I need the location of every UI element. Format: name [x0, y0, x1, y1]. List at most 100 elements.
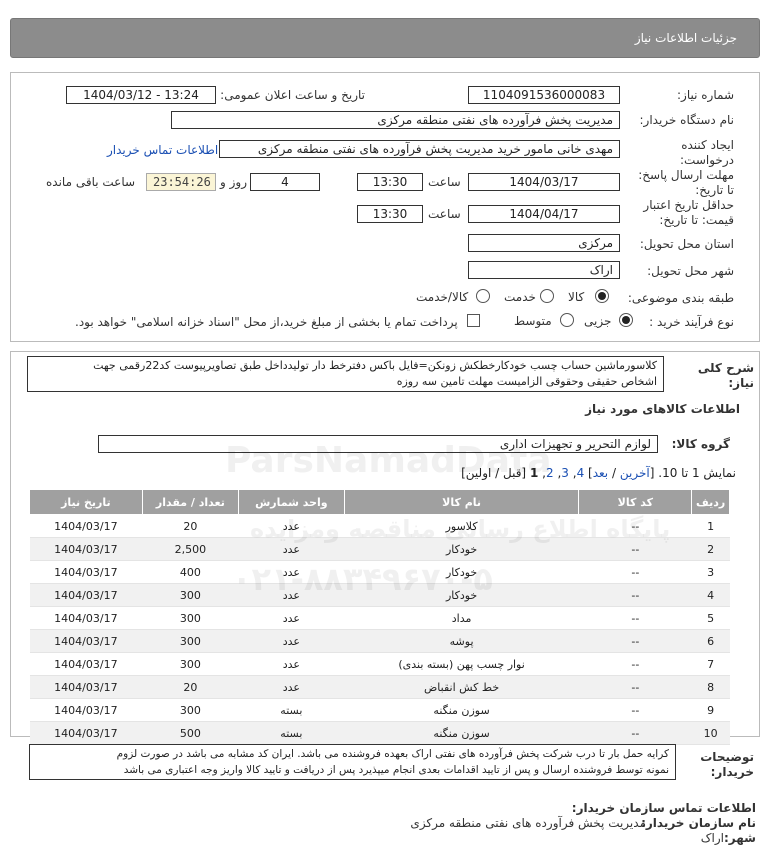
item-quantity: 500: [142, 721, 239, 745]
item-need-date: 1404/03/17: [29, 606, 143, 630]
item-need-date: 1404/03/17: [29, 698, 143, 722]
col-header-date[interactable]: تاریخ نیاز: [29, 489, 143, 515]
announce-field[interactable]: 1404/03/12 - 13:24: [66, 86, 216, 104]
item-code: --: [578, 698, 692, 722]
table-row[interactable]: 10 -- سوزن منگنه بسته 500 1404/03/17: [29, 721, 730, 745]
deadline-label-2: تا تاریخ:: [695, 183, 734, 197]
announce-label: تاریخ و ساعت اعلان عمومی:: [220, 88, 365, 102]
table-row[interactable]: 6 -- پوشه عدد 300 1404/03/17: [29, 629, 730, 653]
item-need-date: 1404/03/17: [29, 629, 143, 653]
notes-label-2: خریدار:: [710, 765, 754, 779]
deadline-time-field[interactable]: 13:30: [357, 173, 423, 191]
row-number: 6: [691, 629, 730, 653]
summary-line-1: کلاسورماشین حساب چسب خودکارخطکش زونکن=فا…: [93, 359, 657, 372]
deadline-time-label: ساعت: [428, 175, 461, 189]
validity-label-2: قیمت: تا تاریخ:: [659, 213, 734, 227]
item-code: --: [578, 721, 692, 745]
contact-city-label: شهر:: [724, 831, 756, 845]
row-number: 8: [691, 675, 730, 699]
table-row[interactable]: 9 -- سوزن منگنه بسته 300 1404/03/17: [29, 698, 730, 722]
item-name: سوزن منگنه: [344, 721, 579, 745]
item-unit: عدد: [238, 560, 345, 584]
goods-group-field[interactable]: لوازم التحریر و تجهیزات اداری: [98, 435, 658, 453]
pagination-last-link[interactable]: آخرین: [620, 466, 650, 480]
item-need-date: 1404/03/17: [29, 583, 143, 607]
pagination-current-page: 1: [529, 466, 539, 480]
row-number: 1: [691, 514, 730, 538]
row-number: 9: [691, 698, 730, 722]
item-need-date: 1404/03/17: [29, 652, 143, 676]
item-quantity: 300: [142, 652, 239, 676]
category-radio-goods[interactable]: [595, 289, 609, 303]
table-header-row: ردیف کد کالا نام کالا واحد شمارش تعداد /…: [29, 489, 730, 515]
pagination-page-2[interactable]: 2: [546, 466, 554, 480]
buyer-org-field[interactable]: مدیریت پخش فرآورده های نفتی منطقه مرکزی: [171, 111, 620, 129]
col-header-code[interactable]: کد کالا: [578, 489, 693, 515]
item-name: مداد: [344, 606, 579, 630]
summary-label-2: نیاز:: [728, 376, 754, 390]
province-field[interactable]: مرکزی: [468, 234, 620, 252]
city-field[interactable]: اراک: [468, 261, 620, 279]
item-quantity: 300: [142, 606, 239, 630]
process-radio-minor[interactable]: [619, 313, 633, 327]
creator-label-2: درخواست:: [680, 153, 734, 167]
creator-field[interactable]: مهدی خانی مامور خرید مدیریت پخش فرآورده …: [219, 140, 620, 158]
item-name: خط کش انقباض: [344, 675, 579, 699]
goods-group-label: گروه کالا:: [671, 437, 730, 451]
col-header-name[interactable]: نام کالا: [343, 489, 580, 515]
item-need-date: 1404/03/17: [29, 560, 143, 584]
treasury-text: پرداخت تمام یا بخشی از مبلغ خرید،از محل …: [75, 315, 458, 329]
process-radio-medium[interactable]: [560, 313, 574, 327]
need-number-field[interactable]: 1104091536000083: [468, 86, 620, 104]
item-code: --: [578, 606, 692, 630]
item-name: خودکار: [344, 537, 579, 561]
notes-label-1: توضیحات: [700, 750, 754, 764]
validity-date-field[interactable]: 1404/04/17: [468, 205, 620, 223]
item-quantity: 20: [142, 514, 239, 538]
table-row[interactable]: 3 -- خودکار عدد 400 1404/03/17: [29, 560, 730, 584]
pagination-open-bracket: [: [649, 466, 655, 480]
pagination: نمایش 1 تا 10. [آخرین / بعد] 4, 3, 2, 1 …: [461, 466, 736, 480]
item-code: --: [578, 514, 692, 538]
remaining-label: ساعت باقی مانده: [46, 175, 136, 189]
table-row[interactable]: 4 -- خودکار عدد 300 1404/03/17: [29, 583, 730, 607]
col-header-row[interactable]: ردیف: [691, 489, 730, 515]
table-row[interactable]: 1 -- کلاسور عدد 20 1404/03/17: [29, 514, 730, 538]
pagination-next-link[interactable]: بعد: [593, 466, 608, 480]
creator-label-1: ایجاد کننده: [681, 138, 734, 152]
item-quantity: 400: [142, 560, 239, 584]
table-row[interactable]: 8 -- خط کش انقباض عدد 20 1404/03/17: [29, 675, 730, 699]
category-radio-service[interactable]: [540, 289, 554, 303]
table-row[interactable]: 5 -- مداد عدد 300 1404/03/17: [29, 606, 730, 630]
contact-org-label: نام سازمان خریدار:: [641, 816, 756, 830]
table-row[interactable]: 2 -- خودکار عدد 2,500 1404/03/17: [29, 537, 730, 561]
table-row[interactable]: 7 -- نوار چسب پهن (بسته بندی) عدد 300 1404/03…: [29, 652, 730, 676]
item-code: --: [578, 583, 692, 607]
item-quantity: 20: [142, 675, 239, 699]
pagination-page-4[interactable]: 4: [577, 466, 585, 480]
page-header: جزئیات اطلاعات نیاز: [10, 18, 760, 58]
treasury-checkbox[interactable]: [467, 314, 480, 327]
contact-org-value: مدیریت پخش فرآورده های نفتی منطقه مرکزی: [410, 816, 646, 830]
item-name: پوشه: [344, 629, 579, 653]
buyer-contact-link[interactable]: اطلاعات تماس خریدار: [107, 143, 218, 157]
summary-textbox: کلاسورماشین حساب چسب خودکارخطکش زونکن=فا…: [27, 356, 664, 392]
item-need-date: 1404/03/17: [29, 514, 143, 538]
category-radio-goods-service[interactable]: [476, 289, 490, 303]
item-need-date: 1404/03/17: [29, 721, 143, 745]
item-unit: عدد: [238, 514, 345, 538]
deadline-label-1: مهلت ارسال پاسخ:: [638, 168, 734, 182]
remaining-time-field: 23:54:26: [146, 173, 216, 191]
row-number: 7: [691, 652, 730, 676]
item-unit: عدد: [238, 629, 345, 653]
validity-label-1: حداقل تاریخ اعتبار: [643, 198, 734, 212]
notes-line-1: کرایه حمل بار تا درب شرکت پخش فرآورده ها…: [116, 748, 669, 760]
pagination-page-3[interactable]: 3: [561, 466, 569, 480]
deadline-date-field[interactable]: 1404/03/17: [468, 173, 620, 191]
item-code: --: [578, 652, 692, 676]
col-header-quantity[interactable]: تعداد / مقدار: [141, 489, 240, 515]
validity-time-field[interactable]: 13:30: [357, 205, 423, 223]
item-unit: عدد: [238, 652, 345, 676]
buyer-org-label: نام دستگاه خریدار:: [639, 113, 735, 127]
col-header-unit[interactable]: واحد شمارش: [238, 489, 345, 515]
